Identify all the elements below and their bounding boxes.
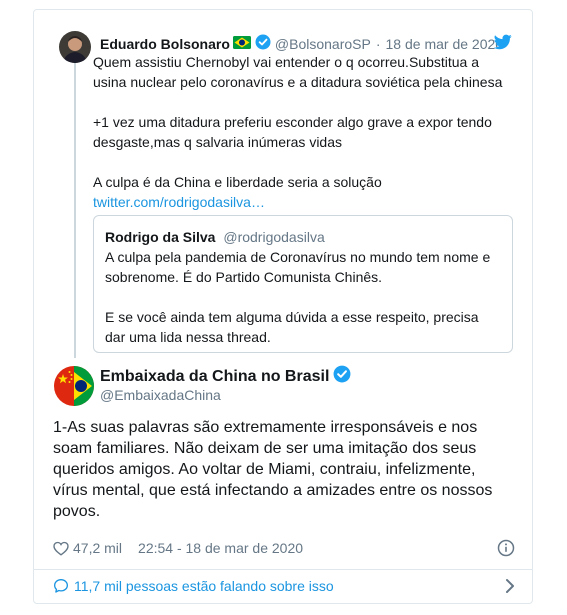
main-tweet-header: Embaixada da China no Brasil	[100, 365, 351, 388]
text-line: usina nuclear pelo coronavírus e a ditad…	[93, 74, 503, 90]
tweet-date[interactable]: 18 de mar de 2020	[386, 36, 504, 52]
verified-badge-icon	[255, 34, 271, 53]
tweet-card: Eduardo Bolsonaro @BolsonaroSP · 18 de m…	[33, 9, 533, 604]
tweet-meta: 47,2 mil 22:54 - 18 de mar de 2020	[53, 538, 515, 558]
quoted-author-handle: @rodrigodasilva	[223, 229, 325, 245]
divider	[34, 569, 532, 570]
chevron-right-icon	[506, 579, 514, 593]
parent-tweet-header: Eduardo Bolsonaro @BolsonaroSP · 18 de m…	[100, 34, 503, 53]
conversation-link[interactable]: 11,7 mil pessoas estão falando sobre iss…	[53, 576, 515, 596]
comment-bubble-icon	[54, 579, 68, 593]
text-line: +1 vez uma ditadura preferiu esconder al…	[93, 114, 492, 130]
verified-badge-icon	[333, 365, 351, 388]
text-line: vírus mental, que está infectando a amiz…	[53, 482, 493, 499]
like-button[interactable]: 47,2 mil	[53, 540, 122, 556]
parent-tweet[interactable]: Eduardo Bolsonaro @BolsonaroSP · 18 de m…	[34, 10, 532, 360]
text-line: queridos amigos. Ao voltar de Miami, con…	[53, 461, 476, 478]
quoted-author-name: Rodrigo da Silva	[105, 229, 216, 245]
conversation-text: 11,7 mil pessoas estão falando sobre iss…	[74, 578, 334, 594]
thread-line	[74, 60, 76, 358]
quoted-tweet[interactable]: Rodrigo da Silva @rodrigodasilva A culpa…	[93, 215, 513, 353]
text-line: E se você ainda tem alguma dúvida a esse…	[105, 309, 479, 325]
text-line: A culpa pela pandemia de Coronavírus no …	[105, 249, 491, 265]
text-line: 1-As suas palavras são extremamente irre…	[53, 419, 478, 436]
text-line	[93, 152, 518, 172]
text-line: Quem assistiu Chernobyl vai entender o q…	[93, 54, 479, 70]
separator-dot: ·	[375, 35, 381, 52]
text-line: soam familiares. Não deixam de ser uma i…	[53, 440, 477, 457]
author-handle[interactable]: @BolsonaroSP	[275, 36, 371, 52]
author-name[interactable]: Embaixada da China no Brasil	[100, 368, 329, 386]
avatar[interactable]	[59, 31, 91, 63]
tweet-link[interactable]: twitter.com/rodrigodasilva…	[93, 192, 518, 212]
author-handle[interactable]: @EmbaixadaChina	[100, 387, 221, 403]
brazil-flag-icon	[232, 35, 251, 52]
text-line: sobrenome. É do Partido Comunista Chinês…	[105, 269, 383, 285]
text-line: povos.	[53, 503, 101, 520]
text-line	[93, 92, 518, 112]
author-name[interactable]: Eduardo Bolsonaro	[100, 36, 230, 52]
quoted-tweet-header: Rodrigo da Silva @rodrigodasilva	[105, 229, 325, 245]
quoted-tweet-text: A culpa pela pandemia de Coronavírus no …	[105, 247, 505, 347]
info-icon[interactable]	[497, 539, 515, 560]
text-line: A culpa é da China e liberdade seria a s…	[93, 174, 382, 190]
text-line: desgaste,mas q salvaria inúmeras vidas	[93, 134, 343, 150]
text-line: dar uma lida nessa thread.	[105, 329, 271, 345]
like-count: 47,2 mil	[73, 540, 123, 556]
heart-icon	[53, 541, 69, 556]
text-line	[105, 287, 505, 307]
parent-tweet-text: Quem assistiu Chernobyl vai entender o q…	[93, 52, 518, 212]
main-tweet-text: 1-As suas palavras são extremamente irre…	[53, 417, 523, 522]
tweet-timestamp[interactable]: 22:54 - 18 de mar de 2020	[138, 540, 303, 556]
avatar[interactable]	[54, 366, 94, 406]
